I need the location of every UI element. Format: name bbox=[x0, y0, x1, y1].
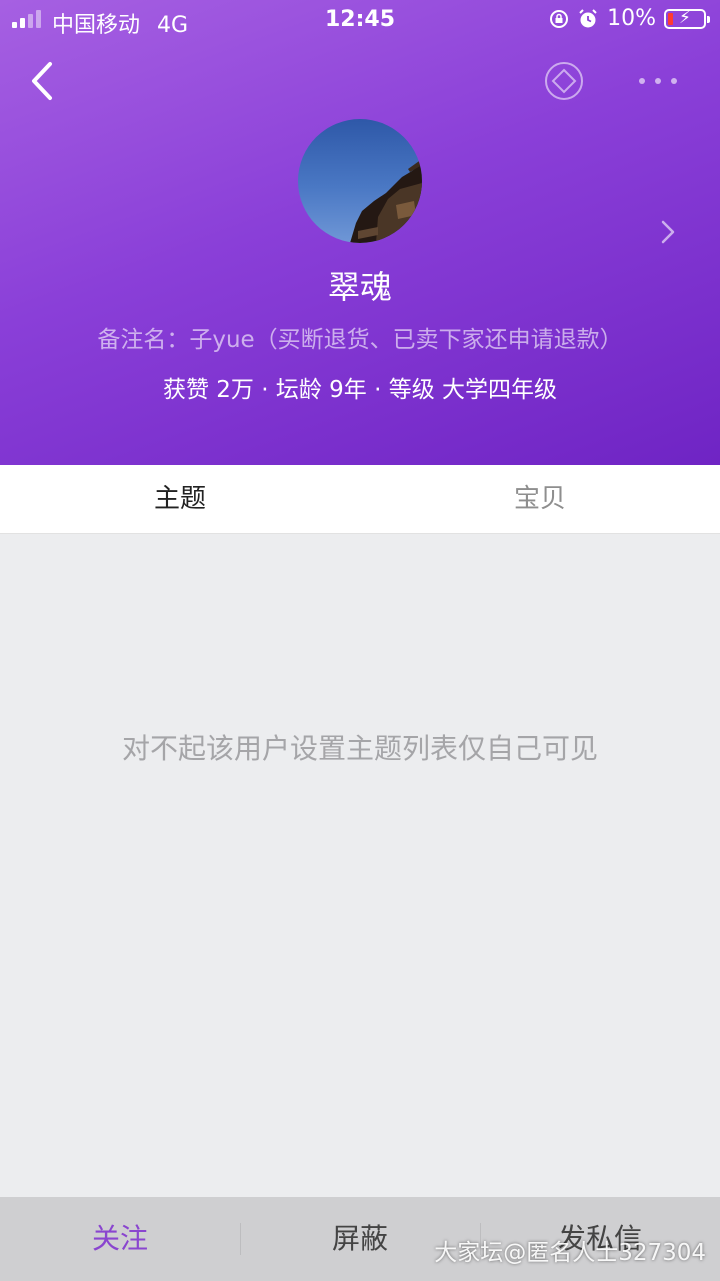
avatar[interactable] bbox=[298, 119, 422, 243]
back-button[interactable] bbox=[26, 58, 62, 104]
remark-name[interactable]: 备注名：子yue（买断退货、已卖下家还申请退款） bbox=[0, 320, 720, 354]
rotation-lock-icon bbox=[550, 9, 569, 28]
tab-topics[interactable]: 主题 bbox=[0, 465, 360, 533]
watermark: 大家坛@匿名人士327304 bbox=[434, 1240, 706, 1266]
bottom-action-bar: 关注 屏蔽 发私信 大家坛@匿名人士327304 bbox=[0, 1197, 720, 1281]
chevron-right-icon[interactable] bbox=[656, 216, 680, 248]
diamond-icon[interactable] bbox=[544, 61, 584, 101]
more-dots-icon[interactable] bbox=[634, 66, 684, 96]
status-bar: 中国移动 4G 12:45 10% ⚡ bbox=[0, 0, 720, 40]
username: 翠魂 bbox=[327, 268, 392, 306]
battery-icon: ⚡ bbox=[664, 8, 710, 29]
topics-content: 对不起该用户设置主题列表仅自己可见 bbox=[0, 534, 720, 1197]
tab-bar: 主题 宝贝 bbox=[0, 465, 720, 534]
tab-items[interactable]: 宝贝 bbox=[360, 465, 720, 533]
profile-header: 中国移动 4G 12:45 10% ⚡ 翠魂 备注名：子yue（买断退货、已卖下… bbox=[0, 0, 720, 465]
follow-button[interactable]: 关注 bbox=[0, 1197, 240, 1281]
alarm-icon bbox=[579, 8, 597, 27]
empty-state-message: 对不起该用户设置主题列表仅自己可见 bbox=[121, 732, 598, 765]
battery-percent: 10% bbox=[607, 6, 656, 31]
user-stats: 获赞 2万 · 坛龄 9年 · 等级 大学四年级 bbox=[162, 377, 558, 403]
